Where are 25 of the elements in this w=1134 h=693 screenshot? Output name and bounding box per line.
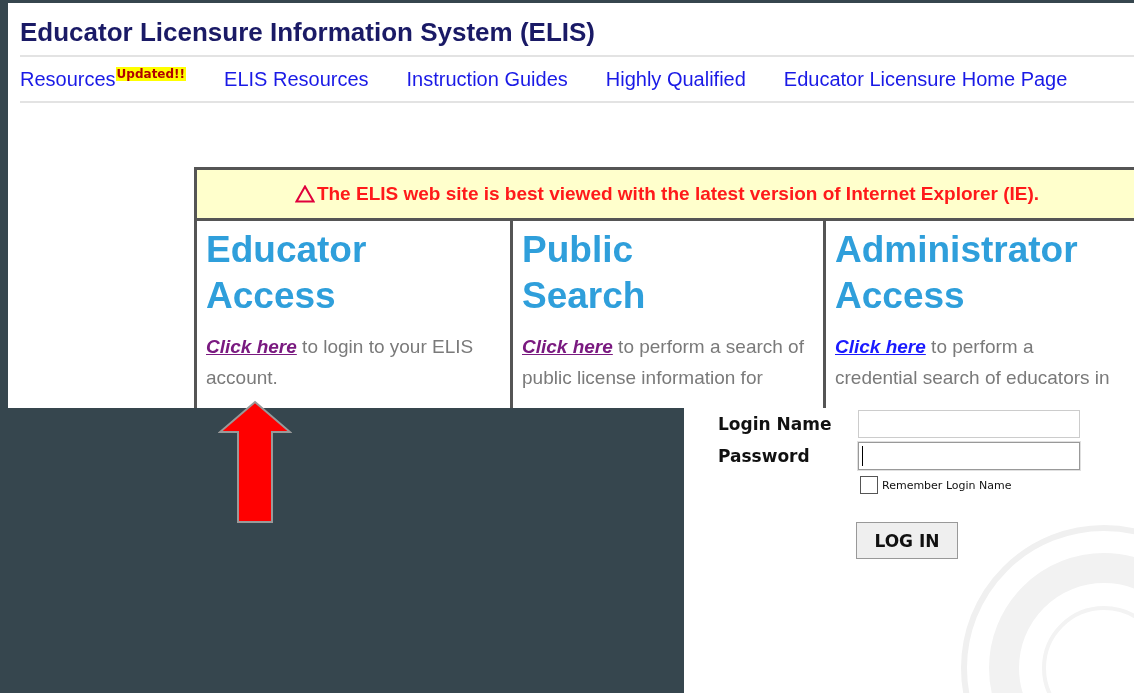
nav-link[interactable]: Instruction Guides xyxy=(406,67,568,91)
page-title: Educator Licensure Information System (ELIS) xyxy=(20,17,1134,57)
checkbox-label: Remember Login Name xyxy=(882,478,1012,492)
field-label: Password xyxy=(718,446,811,466)
field-label: Login Name xyxy=(718,414,833,434)
section-heading: Public Search xyxy=(522,228,646,318)
section-description: Click here to perform a search of public license information for xyxy=(522,335,804,390)
text-field[interactable] xyxy=(858,410,1080,438)
remember-checkbox[interactable] xyxy=(860,476,878,494)
nav-link[interactable]: Resources xyxy=(20,67,116,91)
section-description: Click here to login to your ELIS account. xyxy=(206,335,475,390)
click-here-link[interactable]: Click here xyxy=(522,336,613,357)
nav-link[interactable]: Highly Qualified xyxy=(605,67,746,91)
section-description: Click here to perform a credential search of educators in xyxy=(835,335,1111,390)
click-here-link[interactable]: Click here xyxy=(206,336,297,357)
log-in-button[interactable]: LOG IN xyxy=(856,522,958,559)
warning-triangle-icon xyxy=(294,185,315,203)
updated-badge: Updated!! xyxy=(115,67,187,81)
text-field[interactable] xyxy=(858,442,1080,470)
section-heading: Educator Access xyxy=(206,228,367,318)
nav-link[interactable]: Educator Licensure Home Page xyxy=(783,67,1068,91)
click-here-link[interactable]: Click here xyxy=(835,336,926,357)
nav-link[interactable]: ELIS Resources xyxy=(224,67,369,91)
notice-text: The ELIS web site is best viewed with the latest version of Internet Explorer (IE). xyxy=(316,183,1040,205)
section-heading: Administrator Access xyxy=(835,228,1078,318)
